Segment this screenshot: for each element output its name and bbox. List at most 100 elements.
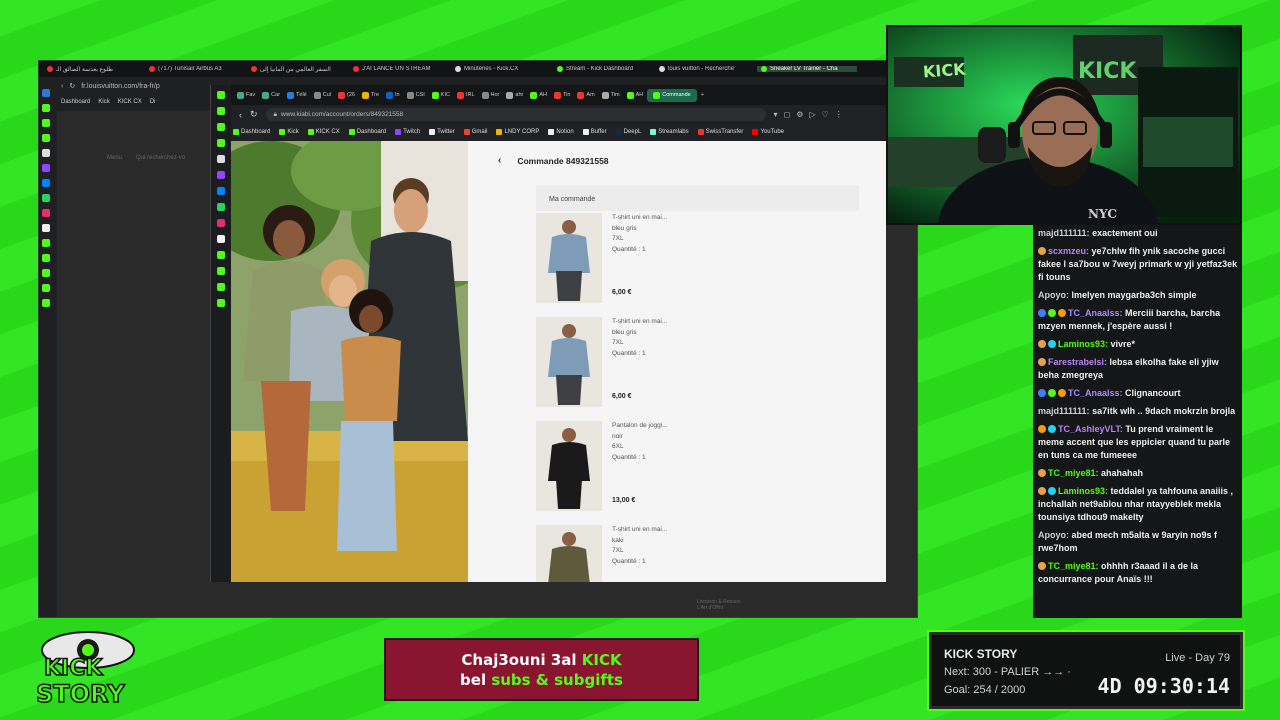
back-arrow-icon[interactable]: ‹ bbox=[61, 83, 63, 90]
menu-icon[interactable]: ⋮ bbox=[835, 110, 843, 119]
browser-tab[interactable]: (26 bbox=[335, 91, 358, 99]
chat-username[interactable]: majd111111: bbox=[1038, 406, 1090, 416]
browser-tab[interactable]: Tre bbox=[359, 91, 382, 99]
back-tab[interactable]: (717) Tunisair Airbus A3 bbox=[145, 66, 245, 72]
bookmark-item[interactable]: DeepL bbox=[615, 129, 641, 135]
browser-tab[interactable]: Télé bbox=[284, 91, 310, 99]
bookmark-item[interactable]: Dashboard bbox=[233, 129, 270, 135]
sidebar-icon[interactable] bbox=[42, 239, 50, 247]
chat-username[interactable]: Apoyo: bbox=[1038, 530, 1069, 540]
sidebar-icon[interactable] bbox=[42, 254, 50, 262]
chat-username[interactable]: Farestrabelsi: bbox=[1048, 357, 1107, 367]
chat-username[interactable]: majd111111: bbox=[1038, 228, 1090, 238]
sidebar-icon[interactable] bbox=[42, 89, 50, 97]
product-thumbnail[interactable] bbox=[536, 213, 602, 303]
bookmark-item[interactable]: Kick bbox=[98, 99, 109, 105]
chat-username[interactable]: Apoyo: bbox=[1038, 290, 1069, 300]
new-tab-icon[interactable]: + bbox=[698, 92, 707, 98]
sidebar-icon[interactable] bbox=[217, 267, 225, 275]
order-item[interactable]: Pantalon de joggi... noir 6XL Quantité : 1 1… bbox=[536, 421, 836, 519]
instagram-icon[interactable] bbox=[42, 209, 50, 217]
browser-tab[interactable]: CSI bbox=[404, 91, 428, 99]
chat-username[interactable]: TC_Anaalss: bbox=[1068, 388, 1123, 398]
bookmark-item[interactable]: Di bbox=[150, 99, 156, 105]
browser-tab[interactable]: In bbox=[383, 91, 403, 99]
sidebar-icon[interactable] bbox=[42, 104, 50, 112]
sidebar-icon[interactable] bbox=[217, 123, 225, 131]
back-tab[interactable]: J'AI LANCÉ UN STREAM bbox=[349, 66, 449, 72]
whatsapp-icon[interactable] bbox=[42, 194, 50, 202]
bookmark-item[interactable]: Dashboard bbox=[61, 99, 90, 105]
sidebar-icon[interactable] bbox=[217, 139, 225, 147]
favorite-icon[interactable]: ♡ bbox=[822, 110, 829, 119]
chevron-left-icon[interactable]: ‹ bbox=[498, 155, 501, 166]
back-address-bar[interactable]: ‹ ↻ fr.louisvuitton.com/fra-fr/p bbox=[61, 79, 231, 93]
browser-tab[interactable]: Tim bbox=[599, 91, 623, 99]
extension-icon[interactable]: ⚙ bbox=[796, 110, 803, 119]
bookmark-item[interactable]: Streamlabs bbox=[650, 129, 689, 135]
bookmark-item[interactable]: Twitch bbox=[395, 129, 420, 135]
browser-tab[interactable]: Cul bbox=[311, 91, 334, 99]
bookmark-item[interactable]: SwissTransfer bbox=[697, 129, 743, 135]
chat-username[interactable]: scxmzeu: bbox=[1048, 246, 1089, 256]
reload-icon[interactable]: ↻ bbox=[250, 109, 258, 120]
sidebar-icon[interactable] bbox=[42, 149, 50, 157]
search-link[interactable]: Qui recherchez-vo bbox=[136, 155, 185, 161]
chat-username[interactable]: TC_AshleyVLT: bbox=[1058, 424, 1123, 434]
reload-icon[interactable]: ↻ bbox=[69, 82, 75, 90]
menu-link[interactable]: Menu bbox=[107, 155, 122, 161]
browser-tab[interactable]: KIC bbox=[429, 91, 453, 99]
sidebar-icon[interactable] bbox=[217, 107, 225, 115]
extension-icon[interactable]: ▾ bbox=[774, 110, 778, 119]
x-icon[interactable] bbox=[217, 235, 225, 243]
sidebar-icon[interactable] bbox=[217, 91, 225, 99]
sidebar-icon[interactable] bbox=[217, 155, 225, 163]
bookmark-item[interactable]: LNDY CORP bbox=[496, 129, 539, 135]
bookmark-item[interactable]: Kick bbox=[279, 129, 299, 135]
play-icon[interactable]: ▷ bbox=[809, 110, 815, 119]
back-tab[interactable]: طلوع بعدسة الصالق الـ bbox=[43, 66, 143, 73]
back-tab[interactable]: Sneaker LV Trainer - Cha bbox=[757, 66, 857, 72]
bookmark-item[interactable]: Gmail bbox=[463, 129, 487, 135]
sidebar-icon[interactable] bbox=[217, 299, 225, 307]
address-bar[interactable]: 🔒︎ www.kiabi.com/account/orders/84932155… bbox=[265, 108, 766, 121]
browser-tab[interactable]: AH bbox=[527, 91, 550, 99]
bookmark-item[interactable]: Buffer bbox=[582, 129, 607, 135]
active-tab[interactable]: Commande bbox=[647, 88, 697, 102]
extension-icon[interactable]: ◻ bbox=[784, 110, 791, 119]
bookmark-item[interactable]: Notion bbox=[548, 129, 574, 135]
browser-tab[interactable]: Hor bbox=[479, 91, 503, 99]
section-header[interactable]: Ma commande bbox=[536, 185, 859, 211]
sidebar-icon[interactable] bbox=[42, 134, 50, 142]
browser-tab[interactable]: Fav bbox=[234, 91, 258, 99]
sidebar-icon[interactable] bbox=[42, 119, 50, 127]
sidebar-icon[interactable] bbox=[217, 251, 225, 259]
sidebar-icon[interactable] bbox=[42, 269, 50, 277]
browser-tab[interactable]: Car bbox=[259, 91, 283, 99]
back-tab[interactable]: louis vuitton - Recherche bbox=[655, 66, 755, 72]
whatsapp-icon[interactable] bbox=[217, 203, 225, 211]
instagram-icon[interactable] bbox=[217, 219, 225, 227]
bookmark-item[interactable]: Twitter bbox=[429, 129, 455, 135]
bookmark-item[interactable]: KICK CX bbox=[307, 129, 340, 135]
messenger-icon[interactable] bbox=[42, 179, 50, 187]
product-thumbnail[interactable] bbox=[536, 317, 602, 407]
footer-link[interactable]: L'Art d'Offrir bbox=[697, 605, 741, 611]
twitch-icon[interactable] bbox=[217, 171, 225, 179]
back-tab[interactable]: Stream - Kick Dashboard bbox=[553, 66, 653, 72]
product-thumbnail[interactable] bbox=[536, 525, 602, 582]
browser-tab[interactable]: IRL bbox=[454, 91, 478, 99]
back-tab[interactable]: السفر العالمي من المانيا إلى bbox=[247, 66, 347, 73]
chat-username[interactable]: TC_miye81: bbox=[1048, 468, 1099, 478]
browser-tab[interactable]: Am bbox=[574, 91, 597, 99]
order-item[interactable]: T-shirt uni en mai... bleu gris 7XL Quantit… bbox=[536, 317, 836, 415]
back-arrow-icon[interactable]: ‹ bbox=[239, 110, 242, 120]
bookmark-item[interactable]: KICK CX bbox=[118, 99, 142, 105]
browser-tab[interactable]: Tin bbox=[551, 91, 573, 99]
sidebar-icon[interactable] bbox=[42, 284, 50, 292]
order-item[interactable]: T-shirt uni en mai... bleu gris 7XL Quantit… bbox=[536, 213, 836, 311]
bookmark-item[interactable]: Dashboard bbox=[348, 129, 386, 135]
sidebar-icon[interactable] bbox=[217, 283, 225, 291]
bookmark-item[interactable]: YouTube bbox=[752, 129, 784, 135]
sidebar-icon[interactable] bbox=[42, 299, 50, 307]
